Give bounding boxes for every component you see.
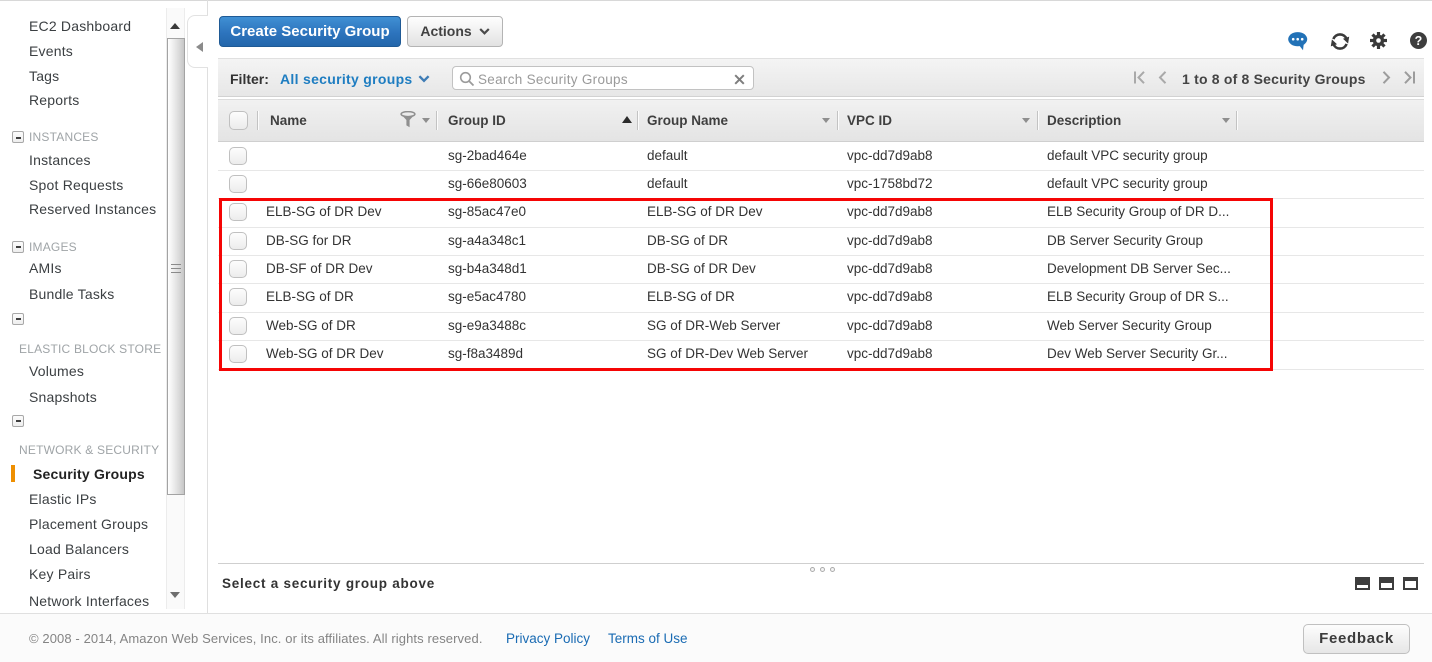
svg-text:?: ? [1415, 34, 1423, 48]
